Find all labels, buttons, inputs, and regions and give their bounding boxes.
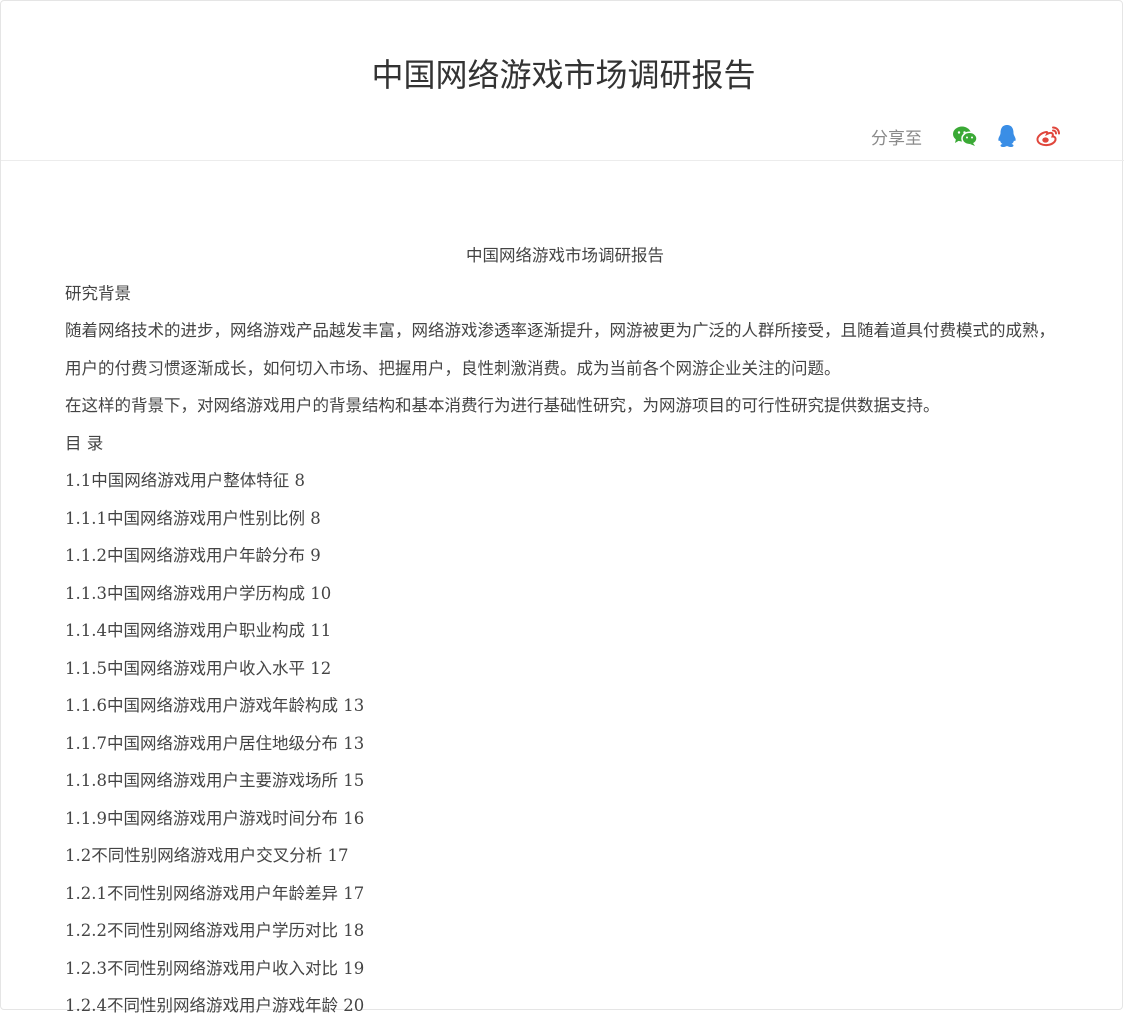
toc-item[interactable]: 1.2.1不同性别网络游戏用户年龄差异 17 [65, 875, 1065, 913]
toc-title: 中国网络游戏用户整体特征 [91, 471, 290, 490]
document-title: 中国网络游戏市场调研报告 [466, 246, 664, 265]
toc-page-number: 16 [343, 808, 365, 828]
toc-page-number: 17 [343, 883, 365, 903]
toc-page-number: 18 [343, 921, 365, 940]
toc-number: 1.1.9 [65, 808, 107, 828]
article-header: 中国网络游戏市场调研报告 分享至 [1, 1, 1124, 161]
toc-title: 中国网络游戏用户学历构成 [106, 583, 305, 603]
wechat-icon[interactable] [952, 123, 978, 149]
page-title: 中国网络游戏市场调研报告 [371, 56, 756, 94]
toc-title: 中国网络游戏用户职业构成 [106, 621, 305, 640]
toc-title: 中国网络游戏用户游戏年龄构成 [106, 696, 338, 715]
toc-number: 1.2.3 [65, 958, 107, 978]
toc-number: 1.1.3 [65, 583, 107, 603]
toc-item[interactable]: 1.1.6中国网络游戏用户游戏年龄构成 13 [65, 687, 1065, 725]
toc-title: 不同性别网络游戏用户收入对比 [106, 958, 338, 978]
paragraph: 随着网络技术的进步，网络游戏产品越发丰富，网络游戏渗透率逐渐提升，网游被更为广泛… [65, 321, 1055, 378]
toc-number: 1.2.4 [65, 996, 107, 1015]
toc-item[interactable]: 1.1.8中国网络游戏用户主要游戏场所 15 [65, 762, 1065, 800]
toc-title: 中国网络游戏用户居住地级分布 [106, 733, 338, 753]
weibo-icon[interactable] [1036, 123, 1062, 149]
toc-number: 1.1 [65, 471, 92, 490]
toc-title: 中国网络游戏用户性别比例 [106, 508, 305, 528]
toc-number: 1.2.2 [65, 921, 107, 940]
qq-icon[interactable] [994, 123, 1020, 149]
toc-number: 1.1.2 [65, 546, 107, 565]
toc-page-number: 15 [343, 771, 365, 790]
toc-page-number: 20 [343, 996, 365, 1015]
toc-item[interactable]: 1.1中国网络游戏用户整体特征 8 [65, 462, 1065, 500]
toc-item[interactable]: 1.2.3不同性别网络游戏用户收入对比 19 [65, 950, 1065, 988]
toc-number: 1.1.7 [65, 733, 107, 753]
toc-page-number: 10 [310, 583, 332, 603]
toc-title: 中国网络游戏用户收入水平 [106, 658, 305, 678]
share-bar: 分享至 [871, 121, 1062, 151]
toc-page-number: 13 [343, 733, 365, 753]
toc-title: 中国网络游戏用户主要游戏场所 [106, 771, 338, 790]
toc-page-number: 8 [294, 471, 306, 490]
paragraph: 在这样的背景下，对网络游戏用户的背景结构和基本消费行为进行基础性研究，为网游项目… [65, 396, 940, 415]
article-body: 中国网络游戏市场调研报告 研究背景 随着网络技术的进步，网络游戏产品越发丰富，网… [65, 237, 1065, 1025]
toc-item[interactable]: 1.1.3中国网络游戏用户学历构成 10 [65, 575, 1065, 613]
toc-page-number: 8 [310, 508, 321, 528]
section-heading-background: 研究背景 [65, 283, 131, 303]
toc-item[interactable]: 1.1.2中国网络游戏用户年龄分布 9 [65, 537, 1065, 575]
toc-title: 不同性别网络游戏用户交叉分析 [91, 846, 323, 865]
toc-item[interactable]: 1.1.9中国网络游戏用户游戏时间分布 16 [65, 800, 1065, 838]
toc-title: 不同性别网络游戏用户年龄差异 [106, 883, 338, 903]
toc-item[interactable]: 1.1.4中国网络游戏用户职业构成 11 [65, 612, 1065, 650]
toc-page-number: 9 [310, 546, 321, 565]
toc-item[interactable]: 1.2.4不同性别网络游戏用户游戏年龄 20 [65, 987, 1065, 1025]
toc-item[interactable]: 1.2不同性别网络游戏用户交叉分析 17 [65, 837, 1065, 875]
toc-number: 1.1.1 [65, 508, 107, 528]
toc-number: 1.2 [65, 846, 92, 865]
toc-item[interactable]: 1.1.7中国网络游戏用户居住地级分布 13 [65, 725, 1065, 763]
toc-page-number: 19 [343, 958, 365, 978]
toc-number: 1.1.5 [65, 658, 107, 678]
toc-title: 不同性别网络游戏用户游戏年龄 [106, 996, 338, 1015]
toc-heading: 目 录 [65, 433, 104, 453]
table-of-contents: 1.1中国网络游戏用户整体特征 8 1.1.1中国网络游戏用户性别比例 8 1.1.… [65, 462, 1065, 1025]
toc-item[interactable]: 1.1.1中国网络游戏用户性别比例 8 [65, 500, 1065, 538]
toc-item[interactable]: 1.2.2不同性别网络游戏用户学历对比 18 [65, 912, 1065, 950]
toc-page-number: 12 [310, 658, 332, 678]
toc-title: 中国网络游戏用户年龄分布 [106, 546, 305, 565]
toc-title: 中国网络游戏用户游戏时间分布 [106, 808, 338, 828]
toc-number: 1.1.4 [65, 621, 107, 640]
share-label: 分享至 [871, 128, 922, 149]
toc-page-number: 13 [343, 696, 365, 715]
toc-number: 1.1.8 [65, 771, 107, 790]
toc-title: 不同性别网络游戏用户学历对比 [106, 921, 338, 940]
article-card: 中国网络游戏市场调研报告 分享至 中国网络游戏市场调研报告 研究背景 随着网络技… [0, 0, 1124, 1015]
toc-page-number: 11 [310, 621, 332, 640]
toc-number: 1.1.6 [65, 696, 107, 715]
toc-number: 1.2.1 [65, 883, 107, 903]
toc-item[interactable]: 1.1.5中国网络游戏用户收入水平 12 [65, 650, 1065, 688]
toc-page-number: 17 [327, 846, 349, 865]
